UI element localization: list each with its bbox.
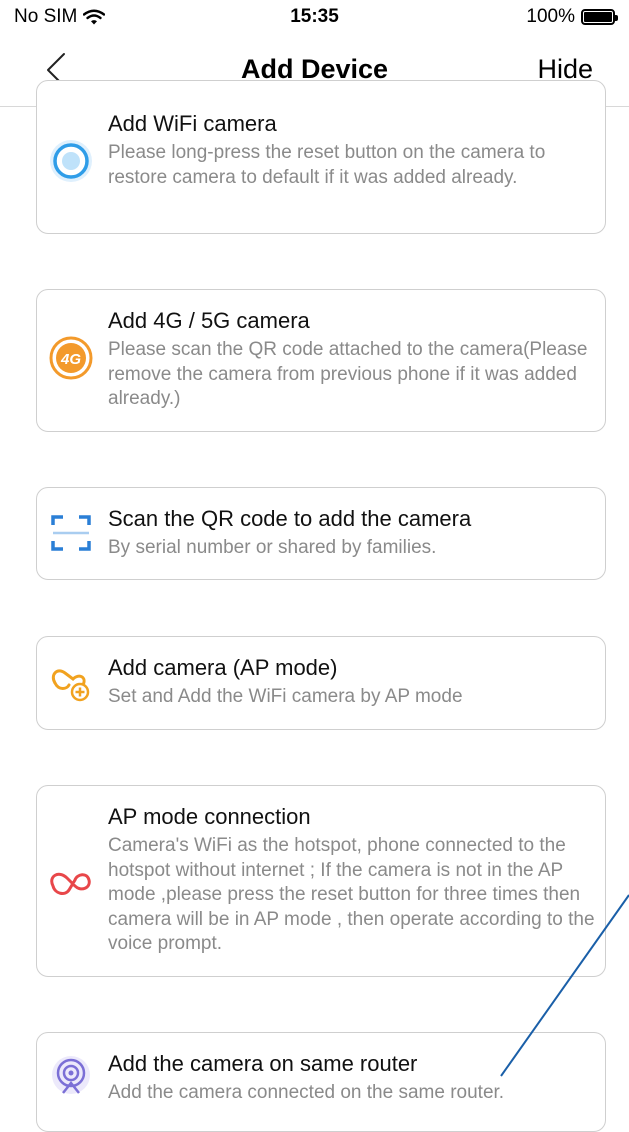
option-card-scan-qr[interactable]: Scan the QR code to add the camera By se… bbox=[36, 487, 606, 580]
status-bar: No SIM 15:35 100% bbox=[0, 0, 629, 34]
option-card-ap-connection[interactable]: AP mode connection Camera's WiFi as the … bbox=[36, 785, 606, 977]
option-description: Add the camera connected on the same rou… bbox=[108, 1082, 505, 1103]
option-card-ap-mode[interactable]: Add camera (AP mode) Set and Add the WiF… bbox=[36, 636, 606, 730]
4g-icon-text: 4G bbox=[60, 351, 81, 368]
4g-camera-icon: 4G bbox=[49, 336, 93, 380]
option-description: By serial number or shared by families. bbox=[108, 537, 437, 558]
option-title: AP mode connection bbox=[108, 804, 311, 829]
battery-percent: 100% bbox=[526, 6, 575, 27]
option-description: Camera's WiFi as the hotspot, phone conn… bbox=[108, 835, 595, 954]
ap-add-icon bbox=[51, 669, 90, 702]
option-title: Add 4G / 5G camera bbox=[108, 308, 310, 333]
option-card-4g-camera[interactable]: 4G Add 4G / 5G camera Please scan the QR… bbox=[36, 289, 606, 432]
option-description: Please scan the QR code attached to the … bbox=[108, 339, 588, 409]
option-card-wifi-camera[interactable]: Add WiFi camera Please long-press the re… bbox=[36, 80, 606, 234]
router-icon bbox=[52, 1056, 90, 1094]
battery-group: 100% bbox=[526, 6, 618, 28]
option-title: Add WiFi camera bbox=[108, 111, 277, 136]
option-description: Set and Add the WiFi camera by AP mode bbox=[108, 686, 463, 707]
wifi-camera-icon bbox=[50, 140, 92, 182]
option-card-same-router[interactable]: Add the camera on same router Add the ca… bbox=[36, 1032, 606, 1132]
ap-connection-icon bbox=[50, 872, 91, 895]
option-description: Please long-press the reset button on th… bbox=[108, 142, 546, 188]
option-title: Scan the QR code to add the camera bbox=[108, 506, 472, 531]
qr-scan-icon bbox=[51, 515, 91, 551]
option-title: Add the camera on same router bbox=[108, 1051, 418, 1076]
battery-icon bbox=[581, 9, 618, 25]
option-title: Add camera (AP mode) bbox=[108, 655, 338, 680]
